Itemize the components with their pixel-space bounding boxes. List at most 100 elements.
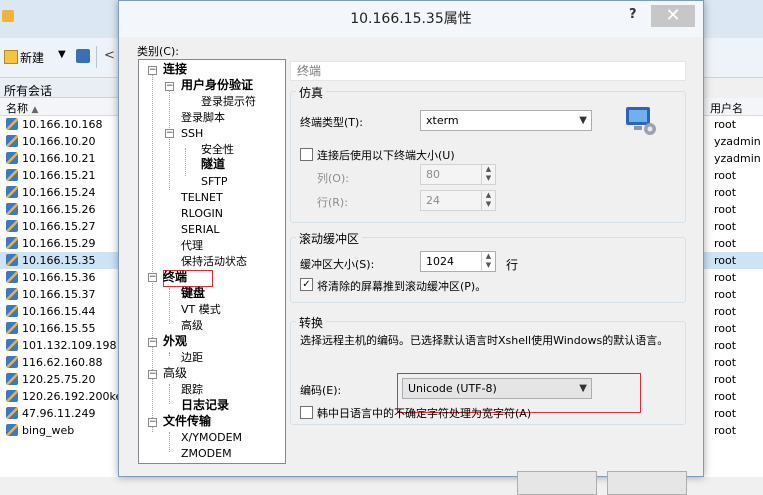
session-name: 10.166.15.36: [22, 271, 96, 284]
session-row[interactable]: 116.62.160.88: [0, 354, 120, 371]
tree-item-terminal[interactable]: 终端: [163, 271, 187, 284]
session-user[interactable]: root: [704, 303, 763, 320]
session-row[interactable]: 10.166.15.35: [0, 252, 120, 269]
new-button[interactable]: 新建: [20, 49, 44, 66]
session-name: 10.166.15.26: [22, 203, 96, 216]
cjk-wide-checkbox[interactable]: [300, 406, 313, 419]
collapse-icon[interactable]: −: [165, 129, 174, 138]
session-user[interactable]: root: [704, 269, 763, 286]
collapse-icon[interactable]: −: [148, 370, 157, 379]
session-row[interactable]: 10.166.15.26: [0, 201, 120, 218]
dialog-button[interactable]: [607, 471, 687, 495]
tree-item-telnet[interactable]: TELNET: [181, 191, 223, 204]
session-user[interactable]: root: [704, 354, 763, 371]
folder-icon[interactable]: [2, 10, 14, 22]
help-button[interactable]: ?: [629, 7, 643, 25]
push-screen-checkbox[interactable]: ✓: [300, 278, 313, 291]
chevron-down-icon: ▼: [579, 383, 587, 394]
new-session-icon[interactable]: [4, 50, 18, 64]
session-user[interactable]: root: [704, 405, 763, 422]
session-user[interactable]: root: [704, 337, 763, 354]
session-row[interactable]: 10.166.15.21: [0, 167, 120, 184]
session-row[interactable]: bing_web: [0, 422, 120, 439]
resize-checkbox[interactable]: [300, 148, 313, 161]
tree-item-rlogin[interactable]: RLOGIN: [181, 207, 223, 220]
back-icon[interactable]: <: [104, 48, 115, 63]
spinner-buttons[interactable]: ▲ ▼: [481, 252, 495, 271]
session-row[interactable]: 10.166.15.24: [0, 184, 120, 201]
session-user[interactable]: root: [704, 218, 763, 235]
terminal-type-value: xterm: [426, 114, 459, 127]
tree-item-keyboard[interactable]: 键盘: [181, 287, 205, 300]
tree-item-vt-mode[interactable]: VT 模式: [181, 303, 221, 316]
session-user[interactable]: yzadmin: [704, 150, 763, 167]
tree-item-login-script[interactable]: 登录脚本: [181, 111, 225, 124]
tree-item-proxy[interactable]: 代理: [181, 239, 203, 252]
tree-item-file-transfer[interactable]: 文件传输: [163, 415, 211, 428]
session-row[interactable]: 47.96.11.249: [0, 405, 120, 422]
tree-item-logging[interactable]: 日志记录: [181, 399, 229, 412]
session-row[interactable]: 10.166.10.21: [0, 150, 120, 167]
session-row[interactable]: 101.132.109.198: [0, 337, 120, 354]
collapse-icon[interactable]: −: [148, 338, 157, 347]
tree-item-advanced[interactable]: 高级: [181, 319, 203, 332]
session-name: 101.132.109.198: [22, 339, 117, 352]
tree-item-xymodem[interactable]: X/YMODEM: [181, 431, 242, 444]
session-user[interactable]: root: [704, 371, 763, 388]
session-row[interactable]: 10.166.15.36: [0, 269, 120, 286]
terminal-type-select[interactable]: xterm ▼: [420, 110, 592, 131]
session-user[interactable]: root: [704, 167, 763, 184]
tree-item-trace[interactable]: 跟踪: [181, 383, 203, 396]
tree-item-security[interactable]: 安全性: [201, 143, 234, 156]
session-user[interactable]: yzadmin: [704, 133, 763, 150]
tree-item-sftp[interactable]: SFTP: [201, 175, 227, 188]
tree-line: [169, 352, 170, 356]
column-header-name[interactable]: 名称 ▲: [0, 98, 120, 116]
session-row[interactable]: 120.25.75.20: [0, 371, 120, 388]
tree-item-zmodem[interactable]: ZMODEM: [181, 447, 232, 460]
session-icon: [6, 254, 18, 266]
tree-item-user-auth[interactable]: 用户身份验证: [181, 79, 253, 92]
save-icon[interactable]: [76, 49, 90, 63]
session-user[interactable]: root: [704, 116, 763, 133]
session-icon: [6, 220, 18, 232]
tree-item-advanced-root[interactable]: 高级: [163, 367, 187, 380]
tree-item-margin[interactable]: 边距: [181, 351, 203, 364]
session-row[interactable]: 10.166.15.27: [0, 218, 120, 235]
tree-item-tunnel[interactable]: 隧道: [201, 158, 225, 171]
collapse-icon[interactable]: −: [148, 418, 157, 427]
session-user[interactable]: root: [704, 184, 763, 201]
encoding-select[interactable]: Unicode (UTF-8) ▼: [402, 378, 592, 399]
session-row[interactable]: 10.166.15.37: [0, 286, 120, 303]
session-user[interactable]: root: [704, 388, 763, 405]
tree-item-connect[interactable]: 连接: [163, 63, 187, 76]
session-user[interactable]: root: [704, 422, 763, 439]
close-button[interactable]: ✕: [651, 5, 695, 27]
tree-item-serial[interactable]: SERIAL: [181, 223, 219, 236]
tree-item-appearance[interactable]: 外观: [163, 335, 187, 348]
dialog-button[interactable]: [517, 471, 597, 495]
chevron-down-icon[interactable]: ▼: [58, 49, 66, 60]
tree-item-keepalive[interactable]: 保持活动状态: [181, 255, 247, 268]
session-user[interactable]: root: [704, 201, 763, 218]
collapse-icon[interactable]: −: [148, 66, 157, 75]
session-row[interactable]: 10.166.15.29: [0, 235, 120, 252]
tree-item-ssh[interactable]: SSH: [181, 127, 203, 140]
collapse-icon[interactable]: −: [148, 273, 157, 282]
tree-item-login-prompt[interactable]: 登录提示符: [201, 95, 256, 108]
session-row[interactable]: 10.166.15.44: [0, 303, 120, 320]
session-row[interactable]: 10.166.10.20: [0, 133, 120, 150]
session-name: 120.25.75.20: [22, 373, 96, 386]
session-row[interactable]: 10.166.15.55: [0, 320, 120, 337]
session-user[interactable]: root: [704, 252, 763, 269]
session-user[interactable]: root: [704, 286, 763, 303]
buffer-size-spinner[interactable]: 1024 ▲ ▼: [420, 251, 496, 272]
collapse-icon[interactable]: −: [165, 82, 174, 91]
session-user[interactable]: root: [704, 235, 763, 252]
chevron-down-icon: ▼: [579, 115, 587, 126]
session-user[interactable]: root: [704, 320, 763, 337]
session-row[interactable]: 120.26.192.200keh: [0, 388, 120, 405]
column-header-user[interactable]: 用户名: [704, 98, 763, 116]
session-row[interactable]: 10.166.10.168: [0, 116, 120, 133]
cols-value: 80: [426, 168, 440, 181]
